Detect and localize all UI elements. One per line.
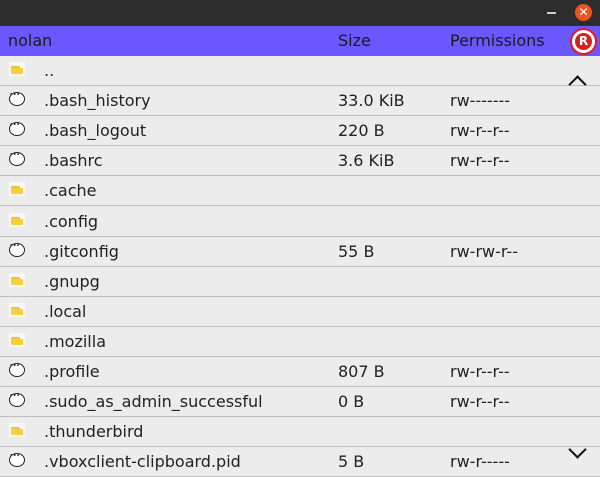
file-row[interactable]: .bash_logout 220 B rw-r--r-- xyxy=(0,116,600,146)
file-icon xyxy=(9,117,25,136)
file-size: 220 B xyxy=(338,121,385,140)
file-icon xyxy=(9,87,25,106)
file-size: 33.0 KiB xyxy=(338,91,405,110)
window-titlebar: ✕ xyxy=(0,0,600,26)
close-icon[interactable]: ✕ xyxy=(575,4,592,21)
file-icon xyxy=(9,238,25,257)
file-name: .gnupg xyxy=(44,272,100,291)
file-row[interactable]: .profile 807 B rw-r--r-- xyxy=(0,357,600,387)
file-size: 807 B xyxy=(338,362,385,381)
file-row[interactable]: .. xyxy=(0,56,600,86)
logo-icon: R xyxy=(570,28,597,55)
folder-icon xyxy=(9,303,25,317)
file-row[interactable]: .bashrc 3.6 KiB rw-r--r-- xyxy=(0,146,600,176)
file-icon xyxy=(9,448,25,467)
logo-letter: R xyxy=(575,33,592,50)
file-permissions: rw-rw-r-- xyxy=(450,242,518,261)
file-name: .bash_history xyxy=(44,91,151,110)
file-permissions: rw-r--r-- xyxy=(450,121,510,140)
file-icon xyxy=(9,388,25,407)
file-name: .local xyxy=(44,302,87,321)
header-permissions[interactable]: Permissions xyxy=(450,31,545,50)
file-row[interactable]: .gitconfig 55 B rw-rw-r-- xyxy=(0,237,600,267)
file-row[interactable]: .bash_history 33.0 KiB rw------- xyxy=(0,86,600,116)
file-row[interactable]: .gnupg xyxy=(0,267,600,297)
file-permissions: rw-r--r-- xyxy=(450,392,510,411)
file-name: .. xyxy=(44,61,55,80)
chevron-up-icon[interactable] xyxy=(567,75,587,87)
file-name: .vboxclient-clipboard.pid xyxy=(44,452,241,471)
file-row[interactable]: .thunderbird xyxy=(0,417,600,447)
file-row[interactable]: .sudo_as_admin_successful 0 B rw-r--r-- xyxy=(0,387,600,417)
file-name: .thunderbird xyxy=(44,422,144,441)
folder-icon xyxy=(9,213,25,227)
folder-icon xyxy=(9,333,25,347)
file-row[interactable]: .mozilla xyxy=(0,327,600,357)
header-current-directory[interactable]: nolan xyxy=(8,31,52,50)
file-row[interactable]: .vboxclient-clipboard.pid 5 B rw-r----- xyxy=(0,447,600,477)
folder-icon xyxy=(9,182,25,196)
file-row[interactable]: .local xyxy=(0,297,600,327)
folder-icon xyxy=(9,273,25,287)
file-permissions: rw-r--r-- xyxy=(450,362,510,381)
file-icon xyxy=(9,358,25,377)
file-name: .mozilla xyxy=(44,332,106,351)
minimize-icon[interactable] xyxy=(543,4,560,21)
file-name: .profile xyxy=(44,362,100,381)
file-name: .gitconfig xyxy=(44,242,119,261)
file-icon xyxy=(9,147,25,166)
file-size: 3.6 KiB xyxy=(338,151,395,170)
file-list: .. .bash_history 33.0 KiB rw------- .bash_lo… xyxy=(0,56,600,477)
file-permissions: rw-r--r-- xyxy=(450,151,510,170)
file-name: .bash_logout xyxy=(44,121,147,140)
file-name: .cache xyxy=(44,181,97,200)
file-size: 55 B xyxy=(338,242,375,261)
file-row[interactable]: .config xyxy=(0,207,600,237)
file-name: .sudo_as_admin_successful xyxy=(44,392,263,411)
file-size: 0 B xyxy=(338,392,365,411)
file-name: .config xyxy=(44,212,99,231)
file-size: 5 B xyxy=(338,452,365,471)
folder-icon xyxy=(9,423,25,437)
file-permissions: rw------- xyxy=(450,91,511,110)
folder-icon xyxy=(9,62,25,76)
chevron-down-icon[interactable] xyxy=(567,447,587,459)
column-header: nolan Size Permissions xyxy=(0,26,600,56)
file-permissions: rw-r----- xyxy=(450,452,510,471)
header-size[interactable]: Size xyxy=(338,31,371,50)
file-name: .bashrc xyxy=(44,151,103,170)
file-row[interactable]: .cache xyxy=(0,176,600,206)
